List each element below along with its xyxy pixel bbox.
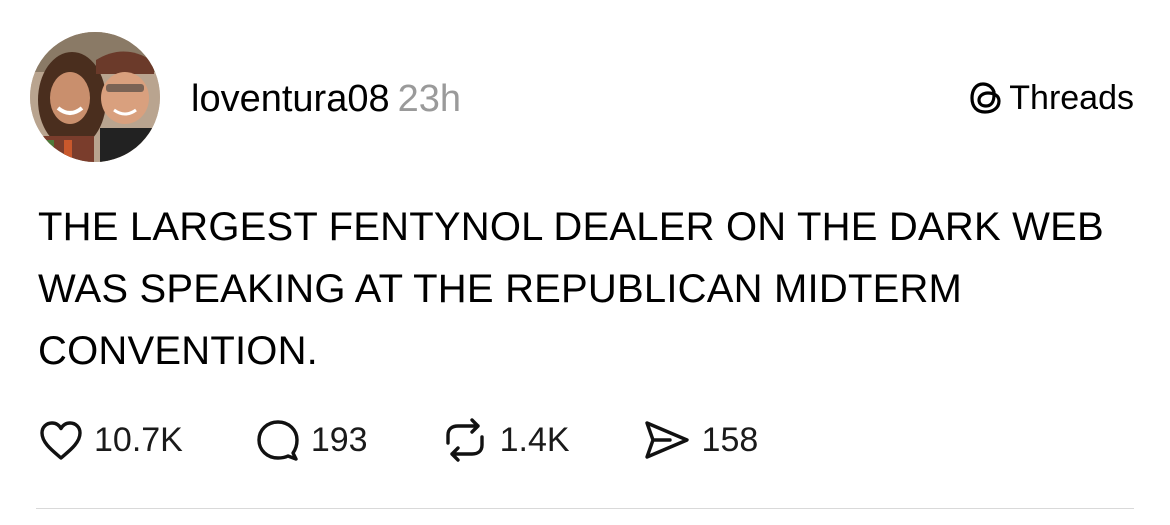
like-button[interactable]: 10.7K xyxy=(38,419,183,461)
share-button[interactable]: 158 xyxy=(642,417,759,463)
repost-arrows-icon xyxy=(440,417,490,463)
divider xyxy=(36,508,1134,509)
threads-brand: Threads xyxy=(969,78,1134,118)
avatar[interactable] xyxy=(30,32,160,162)
repost-count: 1.4K xyxy=(499,421,570,459)
avatar-photo xyxy=(30,32,160,162)
post-header: loventura08 23h xyxy=(191,78,461,120)
brand-label: Threads xyxy=(1009,79,1134,117)
post-text: THE LARGEST FENTYNOL DEALER ON THE DARK … xyxy=(38,205,1104,373)
reply-count: 193 xyxy=(310,421,368,459)
heart-icon xyxy=(38,419,84,461)
send-paper-plane-icon xyxy=(642,417,692,463)
like-count: 10.7K xyxy=(94,421,183,459)
username[interactable]: loventura08 xyxy=(191,78,390,120)
timestamp: 23h xyxy=(397,78,461,120)
share-count: 158 xyxy=(701,421,759,459)
repost-button[interactable]: 1.4K xyxy=(440,417,570,463)
threads-post-card: loventura08 23h Threads THE LARGEST FENTY… xyxy=(0,0,1170,525)
reply-button[interactable]: 193 xyxy=(255,417,368,463)
post-actions: 10.7K 193 1.4K 158 xyxy=(38,418,758,462)
speech-bubble-icon xyxy=(255,417,301,463)
threads-logo-icon xyxy=(969,80,1003,116)
